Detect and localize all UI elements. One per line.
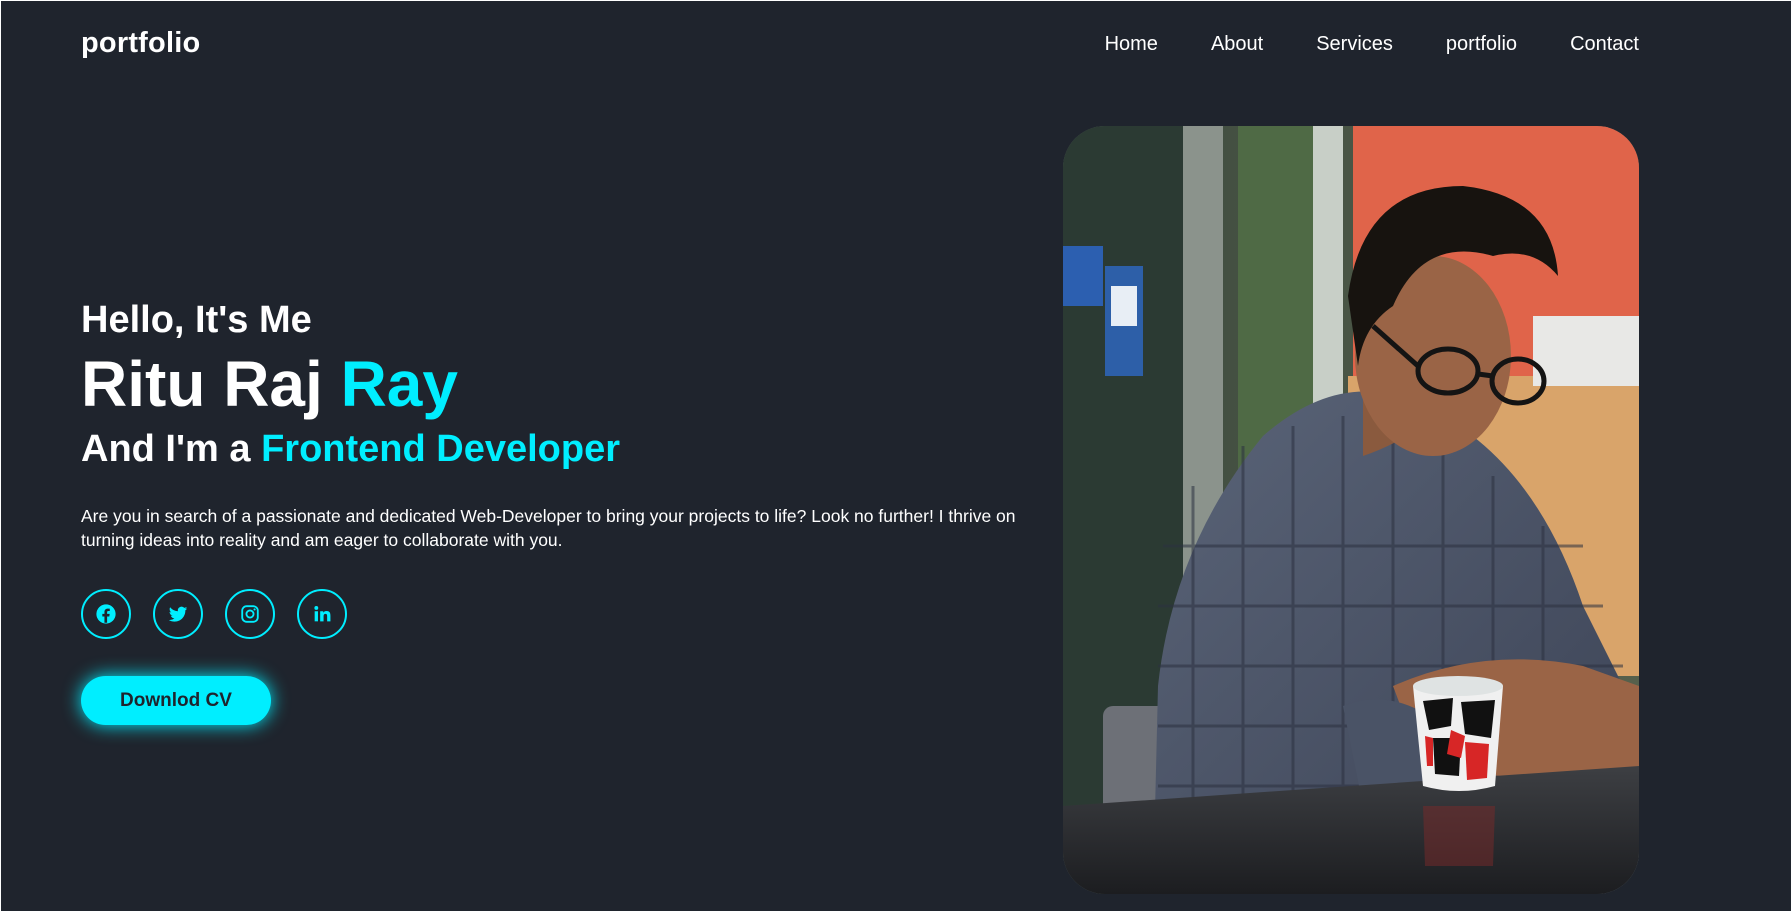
linkedin-icon (314, 606, 331, 622)
hero-name: Ritu Raj Ray (81, 346, 1061, 422)
role-line: And I'm a Frontend Developer (81, 424, 1061, 474)
greeting: Hello, It's Me (81, 299, 312, 341)
download-cv-button[interactable]: Downlod CV (81, 676, 271, 725)
facebook-icon (96, 604, 116, 624)
intro-description: Are you in search of a passionate and de… (81, 506, 1016, 550)
facebook-link[interactable] (81, 589, 131, 639)
instagram-link[interactable] (225, 589, 275, 639)
role-prefix: And I'm a (81, 428, 251, 470)
social-links (81, 589, 1061, 639)
instagram-icon (241, 605, 259, 623)
profile-photo (1063, 126, 1639, 894)
twitter-icon (168, 606, 188, 622)
nav-portfolio[interactable]: portfolio (1446, 33, 1517, 56)
nav-services[interactable]: Services (1316, 33, 1393, 56)
nav-about[interactable]: About (1211, 33, 1263, 56)
role-title: Frontend Developer (261, 428, 621, 470)
nav-contact[interactable]: Contact (1570, 33, 1639, 56)
name-last: Ray (340, 348, 458, 420)
page: portfolio Home About Services portfolio … (1, 1, 1791, 911)
hero-section: Hello, It's Me Ritu Raj Ray And I'm a Fr… (81, 296, 1061, 725)
twitter-link[interactable] (153, 589, 203, 639)
nav-home[interactable]: Home (1105, 33, 1158, 56)
profile-photo-illustration (1063, 126, 1639, 894)
logo[interactable]: portfolio (81, 27, 200, 60)
name-first: Ritu Raj (81, 348, 323, 420)
linkedin-link[interactable] (297, 589, 347, 639)
main-nav: Home About Services portfolio Contact (1105, 33, 1639, 56)
